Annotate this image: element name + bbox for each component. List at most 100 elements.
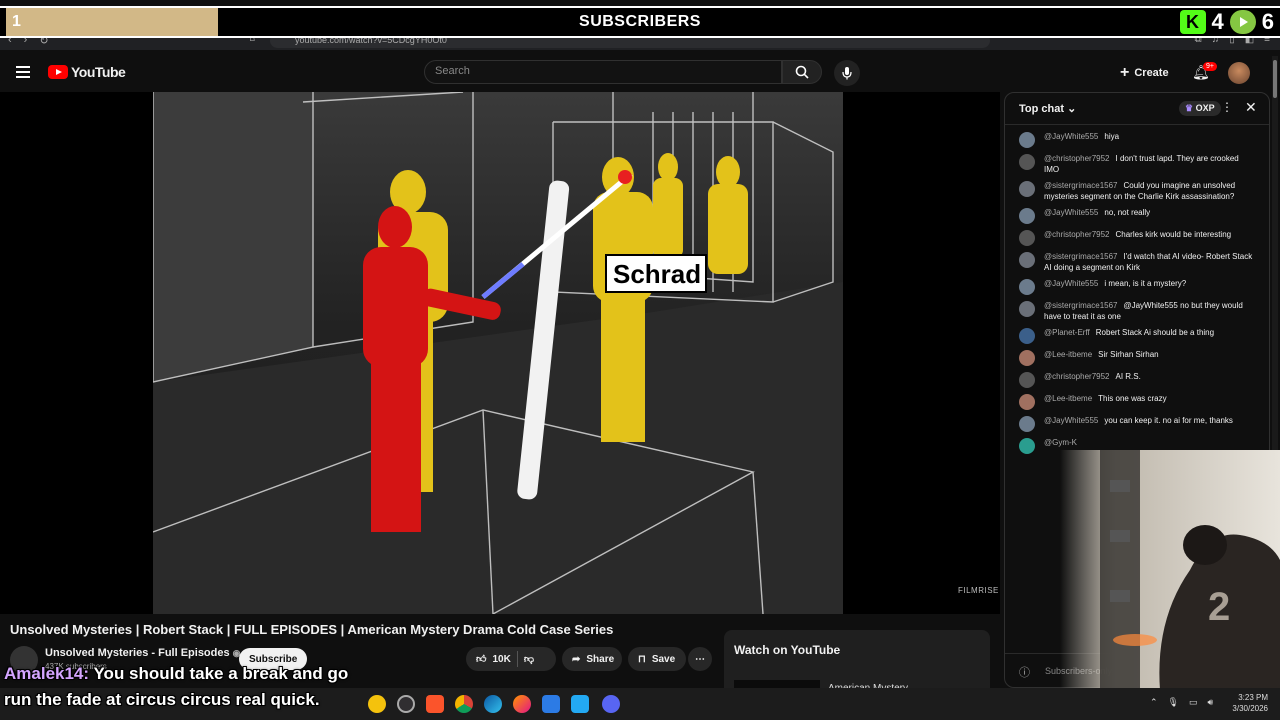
chat-author-name[interactable]: @christopher7952 (1044, 230, 1110, 239)
chat-message-body: @JayWhite555 you can keep it. no ai for m… (1044, 416, 1233, 432)
volume-icon[interactable]: 🔊︎ (1208, 697, 1214, 708)
share-icon: ➦ (572, 653, 581, 665)
points-badge[interactable]: ♛ OXP (1179, 101, 1221, 116)
chat-message-text: Sir Sirhan Sirhan (1098, 350, 1159, 359)
firefox-icon[interactable] (513, 695, 531, 713)
chat-caption-line-1: Amalek14: You should take a break and go (4, 664, 348, 684)
video-player[interactable]: Schrad FILMRISE (0, 92, 1000, 614)
chat-message[interactable]: @JayWhite555 no, not really (1005, 205, 1267, 227)
chat-author-avatar[interactable] (1019, 416, 1035, 432)
hamburger-menu-icon[interactable] (16, 66, 30, 81)
chat-author-avatar[interactable] (1019, 181, 1035, 197)
chat-author-name[interactable]: @JayWhite555 (1044, 132, 1098, 141)
chrome-icon[interactable] (455, 695, 473, 713)
more-actions-button[interactable]: ⋯ (688, 647, 712, 671)
search-button[interactable] (782, 60, 822, 84)
discord-icon[interactable] (602, 695, 620, 713)
chat-message[interactable]: @sistergrimace1567 Could you imagine an u… (1005, 178, 1267, 205)
kick-count: 4 (1211, 9, 1224, 34)
youtube-header: YouTube Search + Create 🔔︎ 9+ (0, 52, 1270, 92)
video-title: Unsolved Mysteries | Robert Stack | FULL… (10, 622, 614, 637)
obs-icon[interactable] (397, 695, 415, 713)
search-input[interactable]: Search (424, 60, 782, 84)
chat-author-name[interactable]: @JayWhite555 (1044, 208, 1098, 217)
video-label-text: Schrad (613, 259, 701, 289)
top-chat-dropdown[interactable]: Top chat ⌄ (1019, 102, 1076, 115)
chat-author-avatar[interactable] (1019, 132, 1035, 148)
chat-author-avatar[interactable] (1019, 372, 1035, 388)
chat-message[interactable]: @sistergrimace1567 @JayWhite555 no but th… (1005, 298, 1267, 325)
chat-message[interactable]: @Planet-Erff Robert Stack Ai should be a … (1005, 325, 1267, 347)
divider (516, 651, 518, 667)
chat-author-avatar[interactable] (1019, 301, 1035, 317)
notification-badge: 9+ (1203, 62, 1217, 71)
chat-message[interactable]: @JayWhite555 you can keep it. no ai for m… (1005, 413, 1267, 435)
webcam-overlay: 2 (1040, 450, 1280, 690)
youtube-logo[interactable]: YouTube (48, 64, 126, 80)
kick-icon: K (1179, 10, 1206, 34)
chat-author-name[interactable]: @JayWhite555 (1044, 416, 1098, 425)
chat-author-name[interactable]: @christopher7952 (1044, 154, 1110, 163)
brave-icon[interactable] (426, 695, 444, 713)
game-icon[interactable] (542, 695, 560, 713)
chat-author-avatar[interactable] (1019, 394, 1035, 410)
clock[interactable]: 3:23 PM 3/30/2026 (1232, 692, 1268, 714)
chat-message[interactable]: @sistergrimace1567 I'd watch that AI vide… (1005, 249, 1267, 276)
edge-icon[interactable] (484, 695, 502, 713)
chat-author-name[interactable]: @Planet-Erff (1044, 328, 1090, 337)
rumble-count: 6 (1261, 9, 1274, 34)
chat-author-avatar[interactable] (1019, 279, 1035, 295)
chat-author-name[interactable]: @Lee-itbeme (1044, 350, 1092, 359)
chat-author-name[interactable]: @sistergrimace1567 (1044, 181, 1117, 190)
screen: 1 SUBSCRIBERS K 4 6 ‹ › ↻ ⌑ youtube.com/… (0, 0, 1280, 720)
chat-message[interactable]: @christopher7952 Charles kirk would be in… (1005, 227, 1267, 249)
chat-author-avatar[interactable] (1019, 154, 1035, 170)
vscode-icon[interactable] (571, 695, 589, 713)
chat-message-text: hiya (1104, 132, 1120, 141)
microphone-tray-icon[interactable]: 🎙︎ (1168, 697, 1179, 708)
like-icon[interactable]: 👍︎ (476, 653, 486, 665)
chat-author-name[interactable]: @Lee-itbeme (1044, 394, 1092, 403)
chat-message[interactable]: @christopher7952 I don't trust lapd. They… (1005, 151, 1267, 178)
chat-author-avatar[interactable] (1019, 230, 1035, 246)
chat-message-text: Robert Stack Ai should be a thing (1095, 328, 1215, 337)
chat-message-text: This one was crazy (1098, 394, 1167, 403)
chat-author-name[interactable]: @Gym-K (1044, 438, 1077, 447)
channel-name[interactable]: Unsolved Mysteries - Full Episodes ◉ (45, 647, 240, 659)
info-icon[interactable]: ⓘ (1019, 664, 1030, 680)
close-icon[interactable]: ✕ (1245, 99, 1257, 116)
chat-message[interactable]: @JayWhite555 i mean, is it a mystery? (1005, 276, 1267, 298)
chat-author-avatar[interactable] (1019, 252, 1035, 268)
chat-author-name[interactable]: @christopher7952 (1044, 372, 1110, 381)
network-icon[interactable]: ▭ (1189, 697, 1198, 708)
chat-more-icon[interactable]: ⋮ (1221, 100, 1233, 114)
chat-author-name[interactable]: @sistergrimace1567 (1044, 301, 1117, 310)
share-button[interactable]: ➦ Share (562, 647, 622, 671)
chat-message[interactable]: @Lee-itbeme This one was crazy (1005, 391, 1267, 413)
chat-message[interactable]: @Lee-itbeme Sir Sirhan Sirhan (1005, 347, 1267, 369)
chat-author-avatar[interactable] (1019, 208, 1035, 224)
chat-message-body: @Lee-itbeme Sir Sirhan Sirhan (1044, 350, 1159, 366)
chat-message[interactable]: @JayWhite555 hiya (1005, 129, 1267, 151)
rumble-icon (1229, 10, 1256, 34)
chat-author-avatar[interactable] (1019, 350, 1035, 366)
webcam-image: 2 (1060, 450, 1280, 690)
scrollbar-thumb[interactable] (1273, 60, 1277, 98)
chat-author-name[interactable]: @sistergrimace1567 (1044, 252, 1117, 261)
chat-author-avatar[interactable] (1019, 328, 1035, 344)
account-avatar[interactable] (1228, 62, 1250, 84)
save-button[interactable]: ⊓ Save (628, 647, 686, 671)
chevron-up-icon[interactable]: ⌃ (1150, 697, 1158, 708)
video-watermark: FILMRISE (958, 586, 999, 595)
subscriber-goal-overlay: 1 SUBSCRIBERS K 4 6 (0, 6, 1280, 38)
like-count[interactable]: 10K (492, 654, 510, 665)
chrome-canary-icon[interactable] (368, 695, 386, 713)
create-button[interactable]: + Create (1120, 64, 1169, 82)
chat-message[interactable]: @christopher7952 AI R.S. (1005, 369, 1267, 391)
chat-author-name[interactable]: @JayWhite555 (1044, 279, 1098, 288)
crown-icon: ♛ (1185, 103, 1194, 113)
chat-author-avatar[interactable] (1019, 438, 1035, 454)
dislike-icon[interactable]: 👎︎ (524, 653, 534, 665)
voice-search-button[interactable] (834, 60, 860, 86)
chat-message-list[interactable]: @JayWhite555 hiya @christopher7952 I don't … (1005, 129, 1267, 457)
